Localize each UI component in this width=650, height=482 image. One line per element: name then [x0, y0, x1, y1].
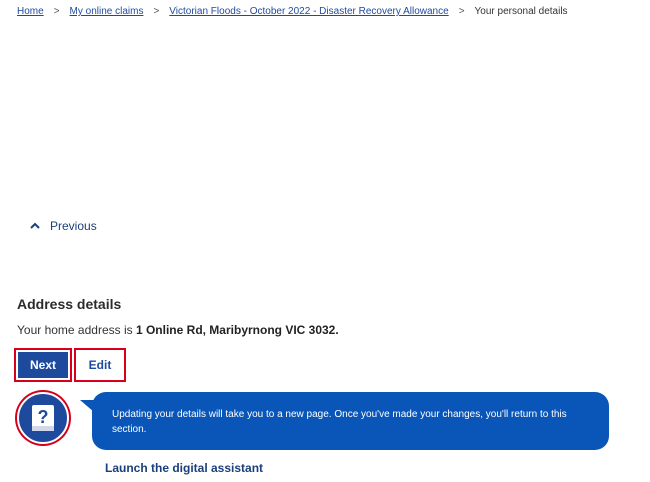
breadcrumb-separator: >: [153, 6, 160, 17]
previous-label: Previous: [50, 219, 97, 233]
edit-button[interactable]: Edit: [78, 352, 122, 378]
previous-button[interactable]: Previous: [30, 219, 97, 233]
address-heading: Address details: [17, 296, 122, 312]
svg-text:?: ?: [38, 407, 49, 427]
chevron-up-icon: [30, 222, 40, 229]
breadcrumb-claims-link[interactable]: My online claims: [70, 6, 144, 17]
assistant-message-bubble: Updating your details will take you to a…: [80, 392, 609, 450]
launch-assistant-link[interactable]: Launch the digital assistant: [105, 461, 263, 475]
breadcrumb: Home > My online claims > Victorian Floo…: [17, 6, 568, 17]
address-prefix: Your home address is: [17, 323, 136, 337]
breadcrumb-current: Your personal details: [474, 6, 568, 17]
breadcrumb-separator: >: [458, 6, 465, 17]
next-button[interactable]: Next: [18, 352, 68, 378]
home-address: 1 Online Rd, Maribyrnong VIC 3032.: [135, 323, 339, 337]
address-text: Your home address is 1 Online Rd, Mariby…: [17, 323, 339, 337]
edit-button-highlight: Edit: [74, 348, 126, 382]
breadcrumb-home-link[interactable]: Home: [17, 6, 44, 17]
breadcrumb-claim-link[interactable]: Victorian Floods - October 2022 - Disast…: [169, 6, 448, 17]
next-button-highlight: Next: [14, 348, 72, 382]
assistant-message: Updating your details will take you to a…: [112, 409, 567, 435]
question-book-icon[interactable]: ?: [17, 392, 69, 444]
breadcrumb-separator: >: [53, 6, 60, 17]
